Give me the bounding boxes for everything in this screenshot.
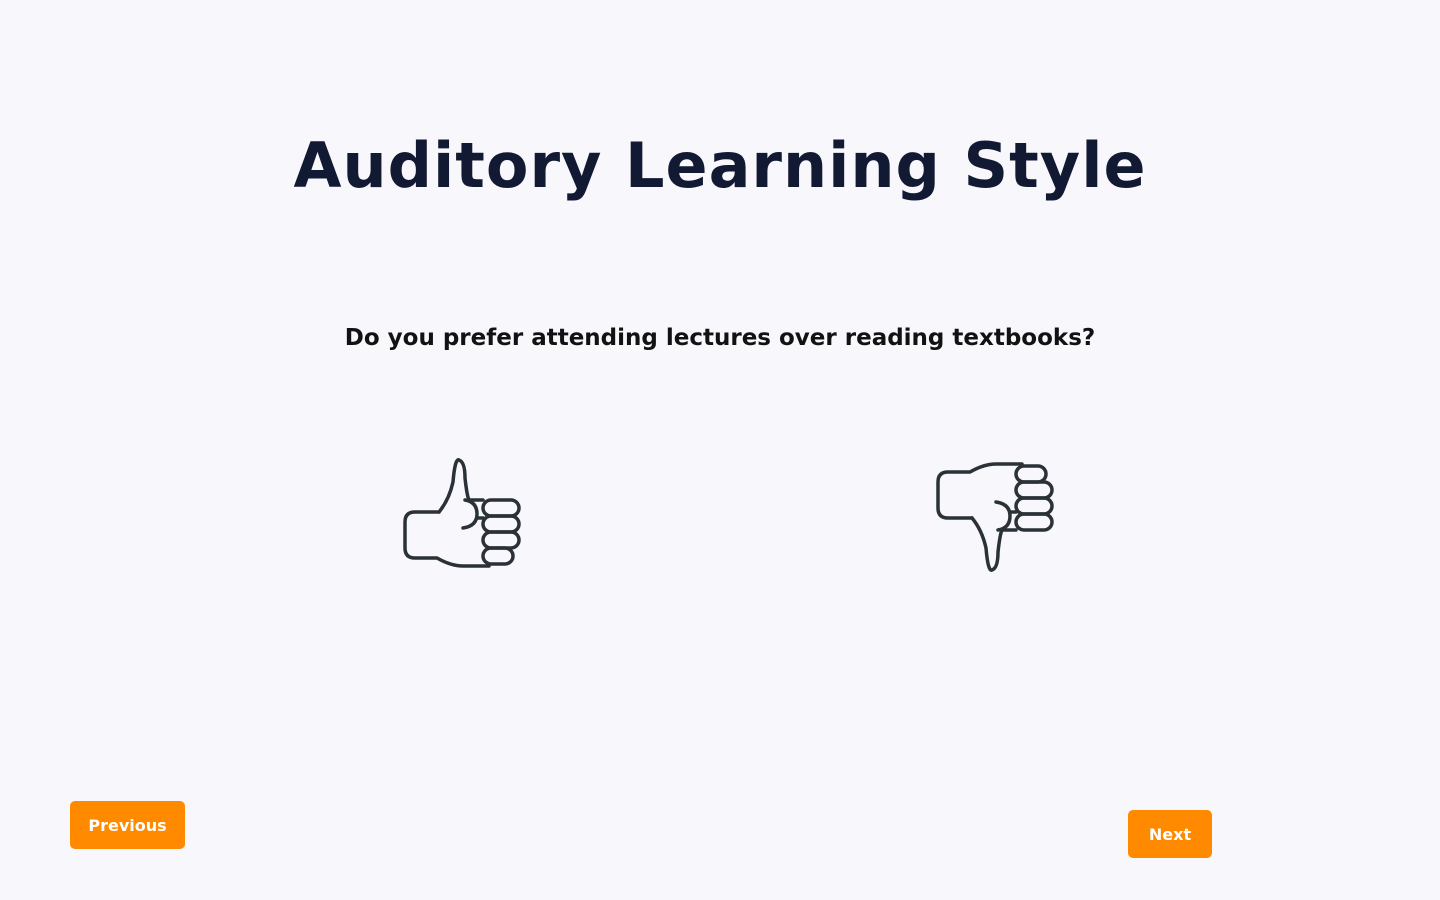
thumbs-up-button[interactable] xyxy=(397,448,527,578)
page-title: Auditory Learning Style xyxy=(293,129,1147,202)
question-text: Do you prefer attending lectures over re… xyxy=(344,325,1096,351)
previous-button[interactable]: Previous xyxy=(70,801,185,849)
next-button[interactable]: Next xyxy=(1128,810,1212,858)
thumbs-down-button[interactable] xyxy=(930,452,1060,582)
thumbs-up-icon xyxy=(397,448,527,578)
thumbs-down-icon xyxy=(930,452,1060,582)
